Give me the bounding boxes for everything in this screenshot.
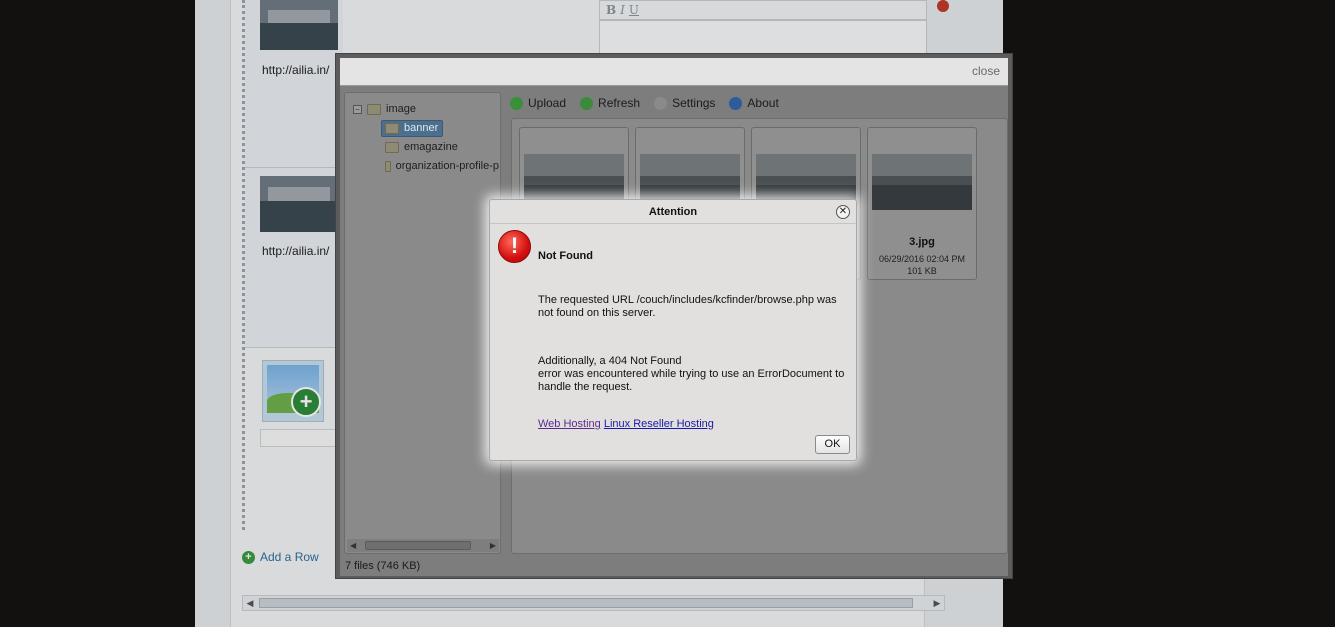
dialog-message-line: error was encountered while trying to us…	[538, 368, 845, 393]
file-meta: 06/29/2016 02:04 PM 101 KB	[868, 253, 976, 277]
upload-icon	[510, 96, 523, 110]
close-button[interactable]: close	[972, 64, 1000, 78]
tree-node-emagazine[interactable]: emagazine	[385, 141, 458, 153]
gear-icon	[654, 96, 668, 110]
settings-button[interactable]: Settings	[654, 96, 715, 110]
file-date: 06/29/2016 02:04 PM	[878, 254, 966, 264]
dialog-heading: Not Found	[538, 250, 593, 262]
file-size: 101 KB	[907, 266, 937, 276]
folder-icon	[385, 122, 399, 134]
dialog-message-additional: Additionally, a 404 Not Found error was …	[538, 355, 848, 394]
refresh-label: Refresh	[598, 96, 641, 110]
info-icon	[729, 96, 743, 110]
tree-scrollbar[interactable]: ◀ ▶	[347, 539, 499, 552]
tree-node-label: emagazine	[404, 141, 458, 153]
file-thumbnail	[872, 154, 972, 210]
close-icon[interactable]: ✕	[836, 205, 850, 219]
upload-button[interactable]: Upload	[510, 96, 566, 110]
refresh-button[interactable]: Refresh	[580, 96, 640, 110]
linux-reseller-hosting-link[interactable]: Linux Reseller Hosting	[604, 418, 714, 430]
file-browser-toolbar: Upload Refresh Settings About	[510, 94, 779, 112]
folder-icon	[385, 160, 391, 172]
settings-label: Settings	[672, 96, 716, 110]
ok-button[interactable]: OK	[815, 435, 850, 454]
about-button[interactable]: About	[729, 96, 779, 110]
tree-node-image[interactable]: − image	[353, 103, 416, 115]
alert-dialog: Attention ✕ ! Not Found The requested UR…	[489, 199, 857, 461]
folder-icon	[367, 103, 381, 115]
scroll-left-icon[interactable]: ◀	[350, 539, 356, 552]
file-name: 3.jpg	[909, 236, 935, 248]
dialog-message: The requested URL /couch/includes/kcfind…	[538, 294, 837, 319]
tree-node-label: organization-profile-p	[395, 160, 499, 172]
refresh-icon	[580, 96, 594, 110]
error-icon: !	[498, 230, 531, 263]
folder-tree: − image banner emagazine organization-pr…	[344, 92, 501, 554]
collapse-icon[interactable]: −	[353, 104, 362, 114]
dialog-title: Attention	[490, 200, 856, 224]
scroll-right-icon[interactable]: ▶	[490, 539, 496, 552]
tree-node-label: image	[386, 103, 416, 115]
tree-node-label: banner	[404, 122, 439, 134]
scrollbar-thumb[interactable]	[365, 541, 471, 550]
tree-node-banner[interactable]: banner	[385, 122, 438, 134]
dialog-message-line: Additionally, a 404 Not Found	[538, 355, 682, 367]
dialog-links: Web Hosting Linux Reseller Hosting	[538, 418, 714, 430]
tree-node-organization-profile[interactable]: organization-profile-p	[385, 160, 499, 172]
status-bar: 7 files (746 KB)	[345, 560, 421, 572]
upload-label: Upload	[528, 96, 567, 110]
about-label: About	[747, 96, 779, 110]
file-browser-titlebar: close	[340, 58, 1008, 86]
file-item[interactable]: 3.jpg 06/29/2016 02:04 PM 101 KB	[867, 127, 977, 280]
web-hosting-link[interactable]: Web Hosting	[538, 418, 601, 430]
folder-icon	[385, 141, 399, 153]
